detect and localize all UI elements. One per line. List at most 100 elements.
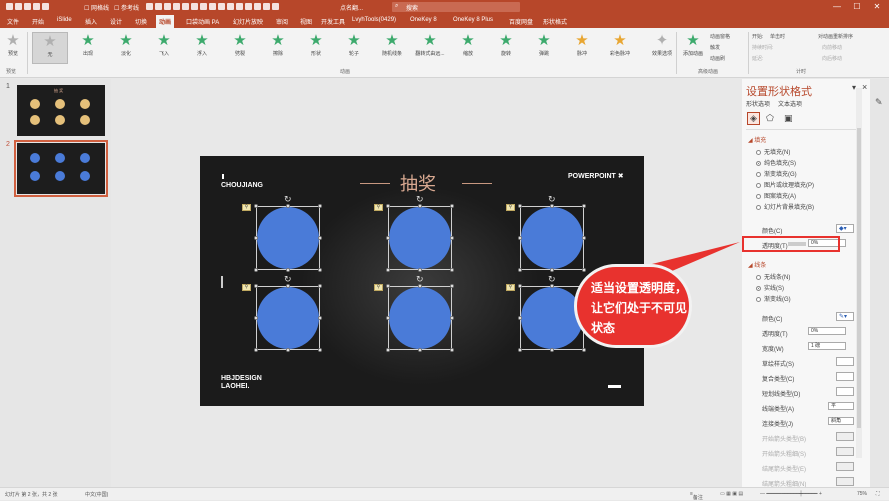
resize-handle[interactable] — [386, 268, 390, 272]
radio-button[interactable] — [756, 296, 761, 302]
effect-5[interactable]: ★ 浮入 — [184, 32, 220, 64]
radio-option[interactable]: 渐变填充(G) — [756, 169, 797, 178]
effect-2[interactable]: ★ 出现 — [70, 32, 106, 64]
sketch-style-dropdown[interactable] — [836, 357, 854, 366]
tab-insert[interactable]: 插入 — [85, 17, 97, 26]
format-brush-icon[interactable]: ✎ — [875, 97, 883, 108]
resize-handle[interactable] — [450, 348, 454, 352]
tab-shape-options[interactable]: 形状选项 — [746, 99, 770, 108]
effect-16[interactable]: ★ 彩色脉冲 — [602, 32, 638, 64]
slide-thumbnail-2[interactable] — [14, 140, 108, 197]
resize-handle[interactable] — [450, 268, 454, 272]
close-button[interactable]: ✕ — [870, 2, 884, 11]
resize-handle[interactable] — [450, 236, 454, 240]
compound-type-dropdown[interactable] — [836, 372, 854, 381]
radio-button[interactable] — [756, 149, 761, 155]
tab-file[interactable]: 文件 — [7, 17, 19, 26]
resize-handle[interactable] — [254, 348, 258, 352]
quick-access-toolbar[interactable] — [6, 3, 51, 10]
pane-close-icon[interactable]: × — [862, 82, 867, 92]
resize-handle[interactable] — [518, 204, 522, 208]
tab-view[interactable]: 视图 — [300, 17, 312, 26]
end-arrow-type-dropdown[interactable] — [836, 462, 854, 471]
radio-option[interactable]: 幻灯片背景填充(B) — [756, 202, 814, 211]
gridlines-toggle[interactable]: ☐ 网格线 — [84, 3, 109, 12]
rotate-handle-icon[interactable]: ↻ — [416, 274, 424, 285]
animation-tag-icon[interactable]: ⚲ — [374, 204, 383, 211]
rotate-handle-icon[interactable]: ↻ — [284, 274, 292, 285]
tab-design[interactable]: 设计 — [110, 17, 122, 26]
zoom-slider[interactable]: — ━━━━━━━━━━━┿━━━━━ + — [760, 491, 822, 497]
resize-handle[interactable] — [318, 236, 322, 240]
trigger-button[interactable]: 触发 — [710, 44, 720, 51]
tab-onekey8[interactable]: OneKey 8 — [410, 17, 437, 23]
tab-transitions[interactable]: 切换 — [135, 17, 147, 26]
resize-handle[interactable] — [386, 284, 390, 288]
zoom-level[interactable]: 75% — [857, 491, 867, 497]
resize-handle[interactable] — [286, 268, 290, 272]
language-indicator[interactable]: 中文(中国) — [85, 491, 108, 498]
slide-canvas[interactable]: CHOUJIANG 抽奖 POWERPOINT ✖ ↻ ⚲ ↻ ⚲ ↻ ⚲ ↻ ⚲ ↻ ⚲ ↻ ⚲ H… — [200, 156, 644, 406]
resize-handle[interactable] — [582, 236, 586, 240]
resize-handle[interactable] — [254, 284, 258, 288]
radio-button[interactable] — [756, 193, 761, 199]
effect-15[interactable]: ★ 脉冲 — [564, 32, 600, 64]
rotate-handle-icon[interactable]: ↻ — [548, 274, 556, 285]
fill-section-header[interactable]: ◢ 填充 — [748, 135, 766, 144]
notes-button[interactable]: ≡ 备注 — [690, 491, 703, 501]
guides-toggle[interactable]: ☐ 参考线 — [114, 3, 139, 12]
resize-handle[interactable] — [582, 204, 586, 208]
add-animation-button[interactable]: ★ 添加动画 — [678, 32, 708, 64]
effect-9[interactable]: ★ 轮子 — [336, 32, 372, 64]
radio-option[interactable]: 图片或纹理填充(P) — [756, 180, 814, 189]
radio-button[interactable] — [756, 285, 761, 291]
effect-10[interactable]: ★ 随机线条 — [374, 32, 410, 64]
resize-handle[interactable] — [318, 204, 322, 208]
move-later-button[interactable]: 向后移动 — [822, 55, 842, 62]
effects-icon[interactable]: ⬠ — [766, 113, 774, 124]
radio-button[interactable] — [756, 274, 761, 280]
effect-6[interactable]: ★ 劈裂 — [222, 32, 258, 64]
begin-arrow-size-dropdown[interactable] — [836, 447, 854, 456]
radio-option[interactable]: 实线(S) — [756, 283, 784, 292]
search-input[interactable]: ⌕ 搜索 — [392, 2, 520, 12]
resize-handle[interactable] — [582, 348, 586, 352]
tab-review[interactable]: 审阅 — [276, 17, 288, 26]
radio-option[interactable]: 无线条(N) — [756, 272, 790, 281]
resize-handle[interactable] — [254, 316, 258, 320]
resize-handle[interactable] — [318, 268, 322, 272]
join-type-dropdown[interactable]: 斜角 — [828, 417, 854, 425]
cap-type-dropdown[interactable]: 平 — [828, 402, 854, 410]
resize-handle[interactable] — [582, 268, 586, 272]
effect-3[interactable]: ★ 淡化 — [108, 32, 144, 64]
animation-tag-icon[interactable]: ⚲ — [506, 284, 515, 291]
resize-handle[interactable] — [518, 236, 522, 240]
size-properties-icon[interactable]: ▣ — [784, 113, 793, 124]
radio-option[interactable]: 图案填充(A) — [756, 191, 796, 200]
slide-thumbnail-1[interactable]: 抽 奖 — [17, 85, 105, 136]
line-section-header[interactable]: ◢ 线条 — [748, 260, 766, 269]
effect-8[interactable]: ★ 形状 — [298, 32, 334, 64]
resize-handle[interactable] — [418, 268, 422, 272]
resize-handle[interactable] — [418, 348, 422, 352]
radio-button[interactable] — [756, 182, 761, 188]
radio-button[interactable] — [756, 160, 761, 166]
effect-4[interactable]: ★ 飞入 — [146, 32, 182, 64]
tab-animations[interactable]: 动画 — [156, 15, 175, 28]
animation-tag-icon[interactable]: ⚲ — [242, 284, 251, 291]
effect-12[interactable]: ★ 缩放 — [450, 32, 486, 64]
resize-handle[interactable] — [518, 316, 522, 320]
animation-painter-button[interactable]: 动画刷 — [710, 55, 725, 62]
resize-handle[interactable] — [318, 316, 322, 320]
rotate-handle-icon[interactable]: ↻ — [416, 194, 424, 205]
tab-home[interactable]: 开始 — [32, 17, 44, 26]
tab-slideshow[interactable]: 幻灯片放映 — [233, 17, 263, 26]
line-transparency-input[interactable]: 0% — [808, 327, 846, 335]
maximize-button[interactable]: ☐ — [850, 2, 864, 11]
effect-13[interactable]: ★ 旋转 — [488, 32, 524, 64]
resize-handle[interactable] — [386, 236, 390, 240]
resize-handle[interactable] — [318, 348, 322, 352]
effect-1[interactable]: ★ 无 — [32, 32, 68, 64]
tab-islide[interactable]: iSlide — [57, 17, 72, 23]
animation-tag-icon[interactable]: ⚲ — [374, 284, 383, 291]
